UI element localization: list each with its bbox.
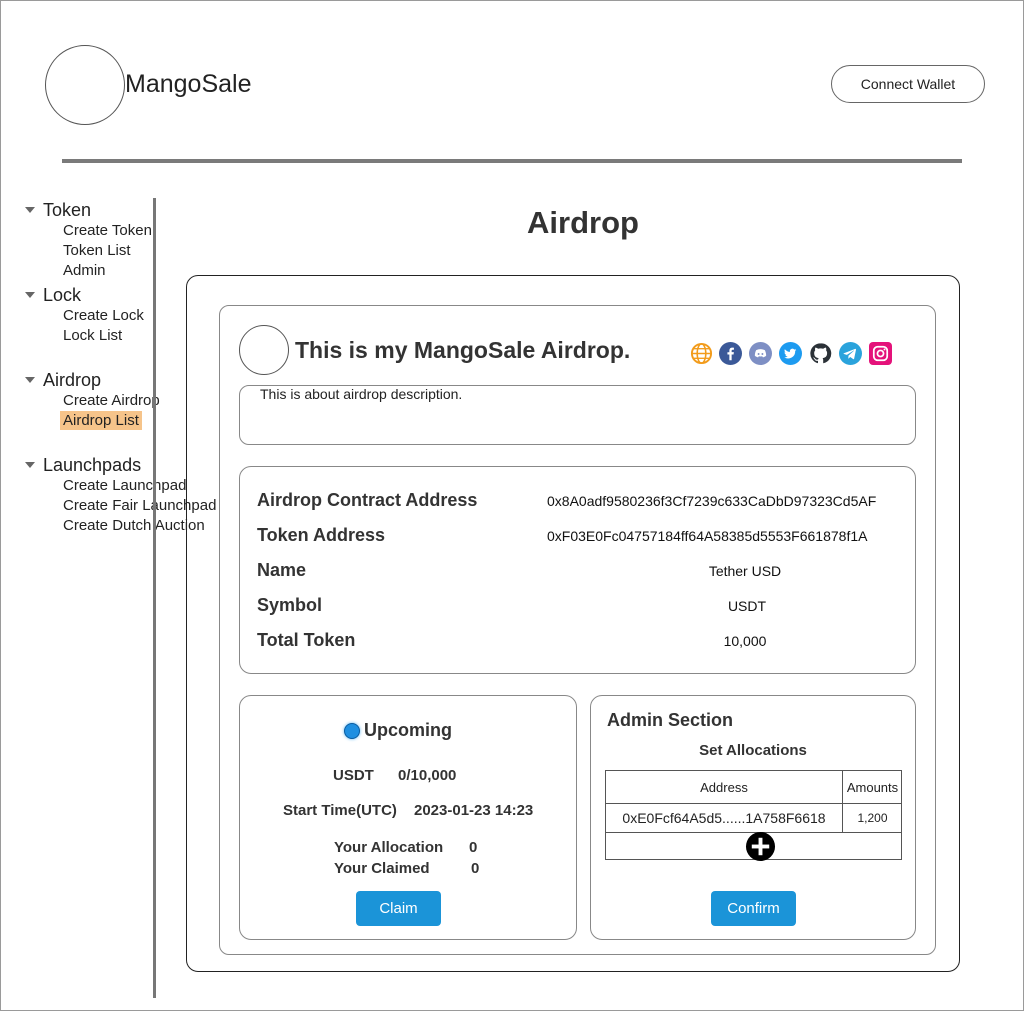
sidebar-group-airdrop[interactable]: Airdrop [43, 370, 101, 391]
column-header-amounts: Amounts [843, 771, 902, 804]
allocation-amount-cell[interactable]: 1,200 [843, 804, 902, 833]
column-header-address: Address [606, 771, 843, 804]
progress-value: 0/10,000 [398, 767, 457, 784]
chevron-down-icon[interactable] [25, 292, 35, 298]
claimed-value: 0 [471, 860, 480, 877]
sidebar-item-create-launchpad[interactable]: Create Launchpad [63, 477, 186, 494]
app-name: MangoSale [125, 70, 252, 98]
add-row-icon[interactable] [745, 831, 776, 862]
total-token-value: 10,000 [723, 633, 767, 649]
status-label: Upcoming [364, 720, 452, 740]
sidebar-item-create-airdrop[interactable]: Create Airdrop [63, 392, 160, 409]
chevron-down-icon[interactable] [25, 377, 35, 383]
admin-title: Admin Section [607, 710, 734, 730]
twitter-icon[interactable] [779, 342, 802, 365]
token-address-value: 0xF03E0Fc04757184ff64A58385d5553F661878f… [547, 528, 868, 544]
sidebar-group-lock[interactable]: Lock [43, 285, 81, 306]
token-address-label: Token Address [257, 525, 386, 545]
token-name-value: Tether USD [708, 563, 782, 579]
page-title: Airdrop [527, 205, 639, 240]
instagram-icon[interactable] [869, 342, 892, 365]
discord-icon[interactable] [749, 342, 772, 365]
globe-icon[interactable] [690, 342, 713, 365]
start-time-label: Start Time(UTC) [283, 802, 397, 819]
sidebar-item-airdrop-list[interactable]: Airdrop List [60, 411, 142, 430]
facebook-icon[interactable] [719, 342, 742, 365]
total-token-label: Total Token [257, 630, 356, 650]
sidebar-item-token-list[interactable]: Token List [63, 242, 131, 259]
progress-symbol: USDT [333, 767, 374, 784]
claimed-label: Your Claimed [334, 860, 430, 877]
header-divider [62, 159, 962, 163]
start-time-value: 2023-01-23 14:23 [414, 802, 534, 819]
allocation-address-cell[interactable]: 0xE0Fcf64A5d5......1A758F6618 [606, 804, 843, 833]
confirm-button[interactable]: Confirm [711, 891, 796, 926]
sidebar-group-launchpads[interactable]: Launchpads [43, 455, 141, 476]
claim-button[interactable]: Claim [356, 891, 441, 926]
contract-address-label: Airdrop Contract Address [257, 490, 478, 510]
sidebar-divider [153, 198, 156, 998]
set-allocations-title: Set Allocations [699, 742, 807, 759]
allocation-value: 0 [469, 839, 478, 856]
status-dot-icon [344, 723, 360, 739]
sidebar-item-create-dutch-auction[interactable]: Create Dutch Auction [63, 517, 205, 534]
github-icon[interactable] [809, 342, 832, 365]
sidebar-item-lock-list[interactable]: Lock List [63, 327, 122, 344]
allocation-label: Your Allocation [334, 839, 444, 856]
airdrop-avatar [239, 325, 289, 375]
token-symbol-label: Symbol [257, 595, 323, 615]
logo [45, 45, 125, 125]
sidebar-item-create-lock[interactable]: Create Lock [63, 307, 144, 324]
airdrop-title: This is my MangoSale Airdrop. [295, 337, 631, 363]
chevron-down-icon[interactable] [25, 462, 35, 468]
telegram-icon[interactable] [839, 342, 862, 365]
connect-wallet-button[interactable]: Connect Wallet [831, 65, 985, 103]
contract-address-value: 0x8A0adf9580236f3Cf7239c633CaDbD97323Cd5… [547, 493, 877, 509]
airdrop-description: This is about airdrop description. [260, 386, 463, 402]
sidebar-item-admin[interactable]: Admin [63, 262, 106, 279]
token-name-label: Name [257, 560, 307, 580]
token-symbol-value: USDT [727, 598, 767, 614]
